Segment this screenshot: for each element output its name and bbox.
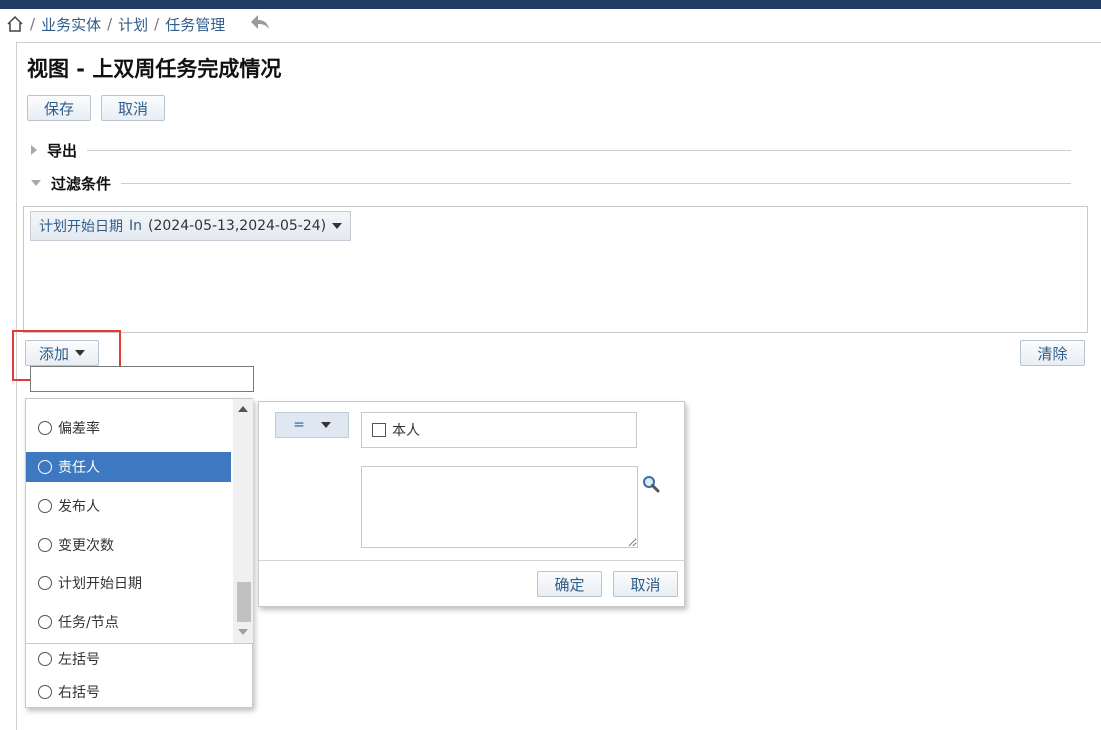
- radio-icon: [38, 499, 52, 513]
- self-option-box: 本人: [361, 412, 637, 448]
- collapsed-triangle-icon: [31, 145, 37, 155]
- field-list-scrollbar[interactable]: [233, 399, 253, 643]
- section-divider: [87, 149, 1071, 151]
- breadcrumb-item-entity[interactable]: 业务实体: [41, 14, 101, 35]
- field-option-left-paren[interactable]: 左括号: [26, 644, 231, 674]
- page-title: 视图 - 上双周任务完成情况: [27, 57, 282, 81]
- magnifier-search-icon[interactable]: [642, 475, 660, 497]
- field-option-label: 计划开始日期: [58, 576, 142, 592]
- field-list-dropdown: 偏差率 责任人 发布人 变更次数 计划开始日期 任务/节点 左括号 右括号: [25, 398, 254, 708]
- radio-icon: [38, 685, 52, 699]
- operator-value: =: [293, 417, 305, 433]
- breadcrumb-separator: /: [30, 15, 36, 33]
- radio-icon: [38, 576, 52, 590]
- popup-divider: [259, 560, 686, 561]
- field-option-label: 责任人: [58, 460, 100, 476]
- filter-conditions-box: 计划开始日期 In (2024-05-13,2024-05-24): [23, 206, 1088, 333]
- self-checkbox-label: 本人: [392, 423, 420, 439]
- section-divider: [121, 182, 1071, 184]
- export-section-header[interactable]: 导出: [31, 140, 1071, 160]
- condition-editor-popup: = 本人 确定 取消: [258, 401, 686, 607]
- export-section-label: 导出: [47, 141, 78, 160]
- condition-value-textarea[interactable]: [361, 466, 638, 548]
- field-option-label: 变更次数: [58, 538, 114, 554]
- radio-icon: [38, 652, 52, 666]
- radio-icon: [38, 421, 52, 435]
- breadcrumb-separator: /: [107, 15, 113, 33]
- confirm-button[interactable]: 确定: [537, 571, 602, 597]
- condition-cancel-button[interactable]: 取消: [613, 571, 678, 597]
- self-checkbox[interactable]: [372, 423, 386, 437]
- field-option-publisher[interactable]: 发布人: [26, 491, 231, 521]
- filter-chip-plan-start-date[interactable]: 计划开始日期 In (2024-05-13,2024-05-24): [30, 211, 352, 241]
- cancel-button[interactable]: 取消: [101, 95, 165, 121]
- scroll-thumb[interactable]: [237, 582, 251, 622]
- filter-chip-field: 计划开始日期: [39, 219, 123, 235]
- field-option-right-paren[interactable]: 右括号: [26, 677, 231, 707]
- operator-select[interactable]: =: [275, 412, 349, 438]
- breadcrumb-separator: /: [154, 15, 160, 33]
- save-button[interactable]: 保存: [27, 95, 91, 121]
- breadcrumb-item-task-management[interactable]: 任务管理: [165, 14, 225, 35]
- scroll-up-arrow-icon[interactable]: [238, 406, 248, 412]
- field-option-deviation-rate[interactable]: 偏差率: [26, 413, 231, 443]
- chevron-down-icon: [332, 223, 343, 229]
- field-option-label: 右括号: [58, 685, 100, 701]
- back-arrow-icon[interactable]: [249, 13, 271, 35]
- field-option-label: 任务/节点: [58, 615, 119, 631]
- field-option-task-node[interactable]: 任务/节点: [26, 607, 231, 637]
- filter-section-label: 过滤条件: [51, 174, 112, 193]
- clear-filter-button[interactable]: 清除: [1020, 340, 1085, 366]
- field-option-label: 左括号: [58, 652, 100, 668]
- field-list-scroll-area: 偏差率 责任人 发布人 变更次数 计划开始日期 任务/节点: [26, 399, 254, 644]
- field-option-plan-start-date[interactable]: 计划开始日期: [26, 568, 231, 598]
- expanded-triangle-icon: [31, 180, 41, 186]
- scroll-down-arrow-icon[interactable]: [238, 629, 248, 635]
- breadcrumb: / 业务实体 / 计划 / 任务管理: [6, 13, 271, 35]
- radio-icon: [38, 460, 52, 474]
- filter-chip-value: (2024-05-13,2024-05-24): [148, 218, 327, 234]
- field-option-label: 发布人: [58, 499, 100, 515]
- field-option-responsible-person[interactable]: 责任人: [26, 452, 231, 482]
- home-icon[interactable]: [6, 15, 24, 33]
- filter-chip-operator: In: [129, 218, 143, 234]
- field-option-change-count[interactable]: 变更次数: [26, 530, 231, 560]
- breadcrumb-item-plan[interactable]: 计划: [118, 14, 148, 35]
- radio-icon: [38, 615, 52, 629]
- filter-section-header[interactable]: 过滤条件: [31, 173, 1071, 193]
- field-search-input[interactable]: [30, 366, 254, 392]
- top-nav-bar: [0, 0, 1101, 9]
- field-option-label: 偏差率: [58, 421, 100, 437]
- chevron-down-icon: [320, 422, 331, 428]
- radio-icon: [38, 538, 52, 552]
